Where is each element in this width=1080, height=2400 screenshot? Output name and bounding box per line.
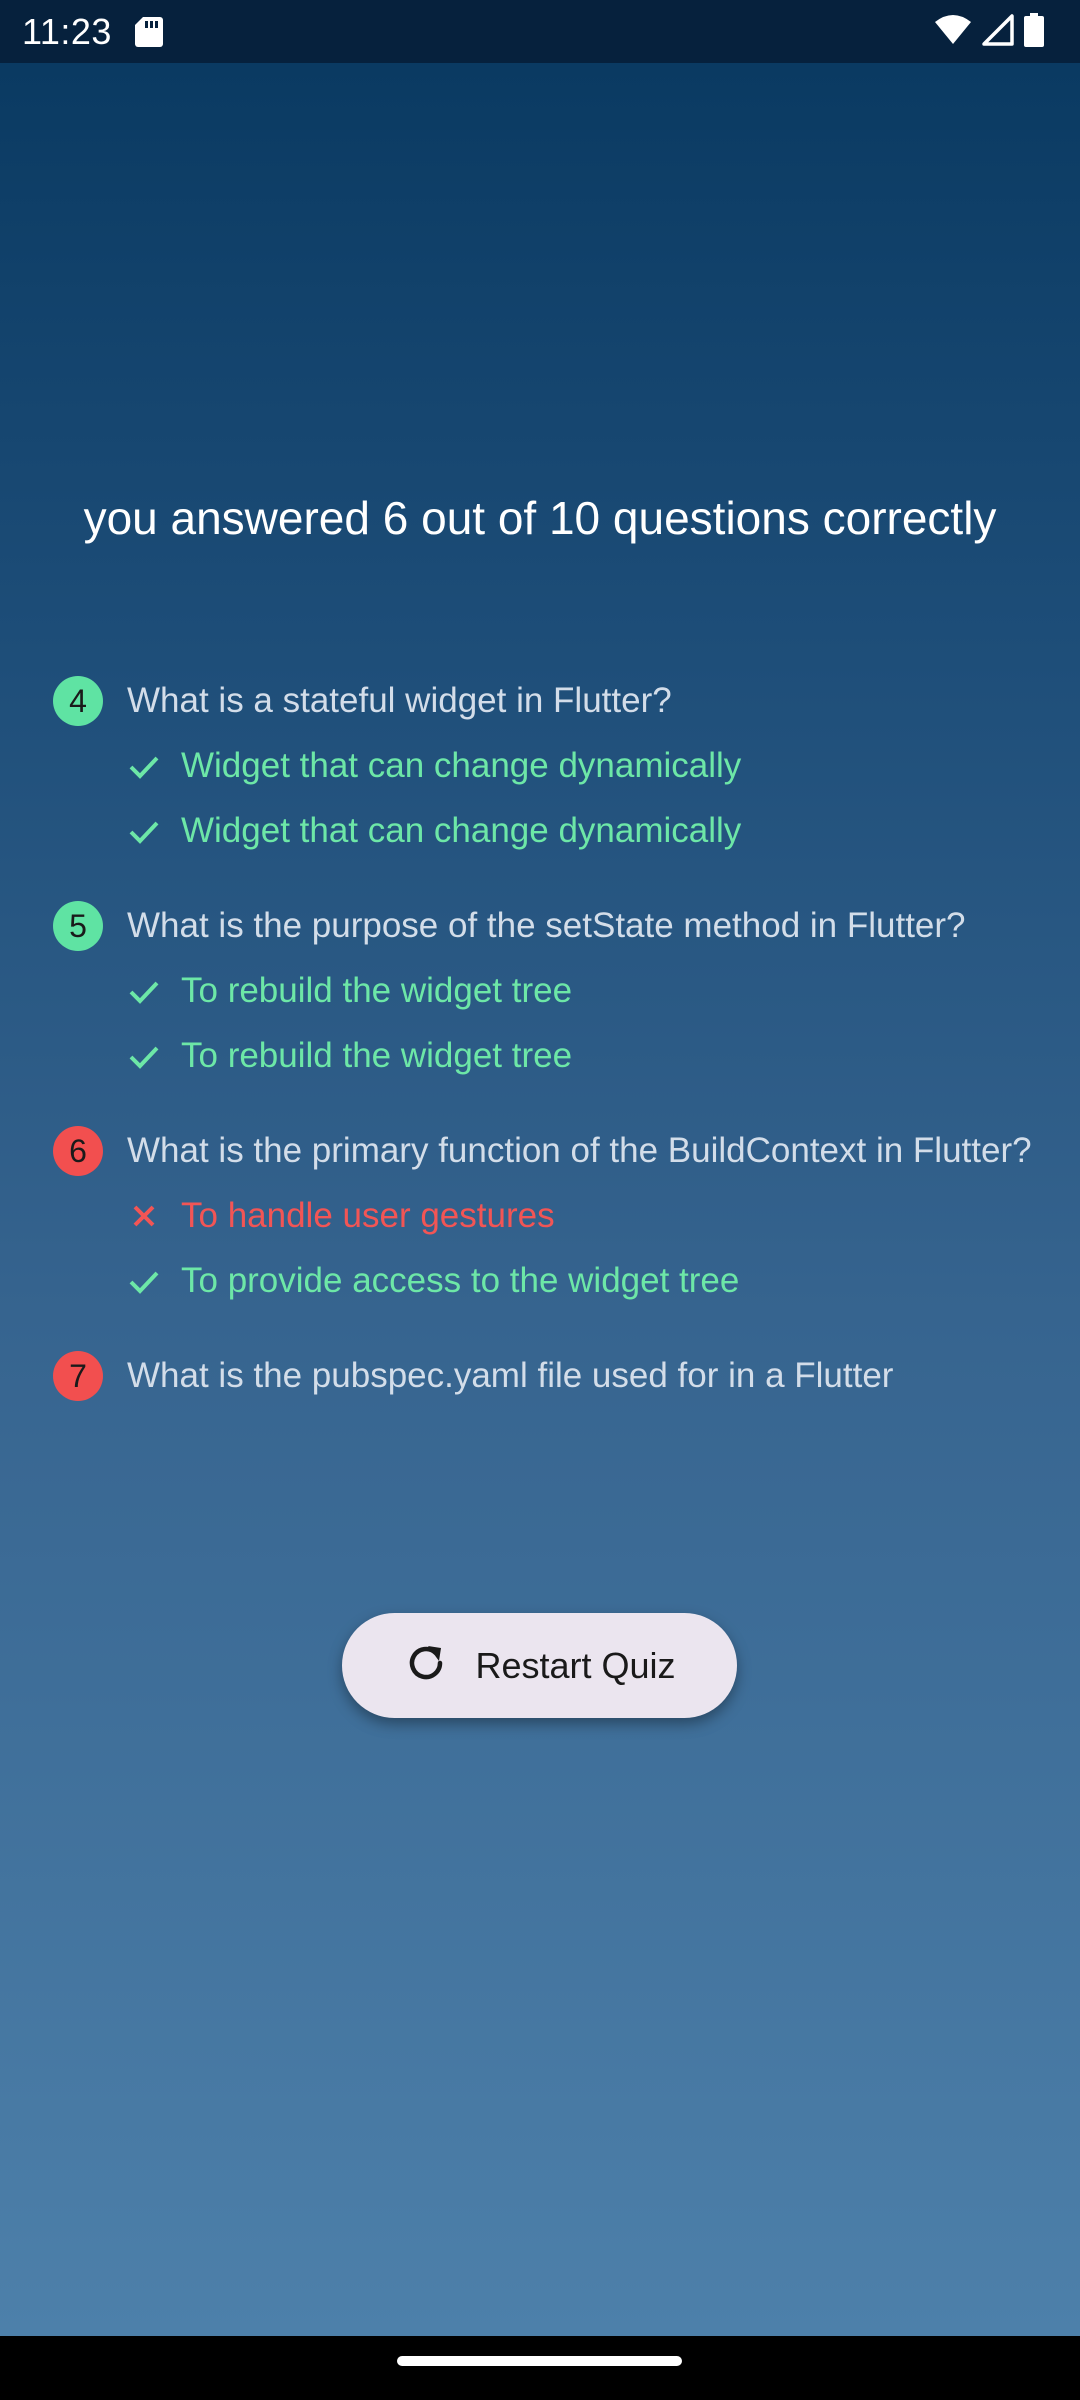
navigation-bar <box>0 2336 1080 2400</box>
restart-quiz-button[interactable]: Restart Quiz <box>342 1613 737 1718</box>
check-icon <box>127 974 181 1008</box>
answer-text: To provide access to the widget tree <box>181 1261 740 1300</box>
check-icon <box>127 749 181 783</box>
status-bar: 11:23 <box>0 0 1080 63</box>
question-text: What is the primary function of the Buil… <box>127 1131 1032 1170</box>
question-number-badge: 4 <box>53 676 103 726</box>
correct-answer: To rebuild the widget tree <box>127 1029 1053 1082</box>
correct-answer: To provide access to the widget tree <box>127 1254 1053 1307</box>
battery-icon <box>1024 12 1044 52</box>
home-gesture-handle[interactable] <box>397 2356 682 2366</box>
user-answer: Widget that can change dynamically <box>127 739 1053 792</box>
sd-card-icon <box>134 16 164 48</box>
check-icon <box>127 814 181 848</box>
score-text: you answered 6 out of 10 questions corre… <box>83 492 997 544</box>
user-answer: To handle user gestures <box>127 1189 1053 1242</box>
questions-summary[interactable]: 4 What is a stateful widget in Flutter? … <box>53 674 1053 1444</box>
summary-item-4: 4 What is a stateful widget in Flutter? … <box>53 674 1053 857</box>
signal-icon <box>982 13 1014 51</box>
restart-quiz-label: Restart Quiz <box>475 1644 676 1686</box>
check-icon <box>127 1039 181 1073</box>
answer-text: To rebuild the widget tree <box>181 1036 573 1075</box>
question-text: What is the purpose of the setState meth… <box>127 906 966 945</box>
question-text: What is a stateful widget in Flutter? <box>127 681 672 720</box>
answer-text: Widget that can change dynamically <box>181 811 742 850</box>
wifi-icon <box>934 14 972 51</box>
answer-text: To rebuild the widget tree <box>181 971 573 1010</box>
summary-item-6: 6 What is the primary function of the Bu… <box>53 1124 1053 1307</box>
user-answer: To rebuild the widget tree <box>127 964 1053 1017</box>
status-time: 11:23 <box>22 11 112 52</box>
question-number-badge: 5 <box>53 901 103 951</box>
answer-text: To handle user gestures <box>181 1196 555 1235</box>
correct-answer: Widget that can change dynamically <box>127 804 1053 857</box>
refresh-icon <box>403 1640 449 1691</box>
summary-item-7: 7 What is the pubspec.yaml file used for… <box>53 1349 1053 1402</box>
question-number-badge: 6 <box>53 1126 103 1176</box>
question-text: What is the pubspec.yaml file used for i… <box>127 1356 894 1395</box>
status-icons <box>934 12 1044 52</box>
answer-text: Widget that can change dynamically <box>181 746 742 785</box>
summary-item-5: 5 What is the purpose of the setState me… <box>53 899 1053 1082</box>
check-icon <box>127 1264 181 1298</box>
close-icon <box>127 1199 181 1233</box>
question-number-badge: 7 <box>53 1351 103 1401</box>
